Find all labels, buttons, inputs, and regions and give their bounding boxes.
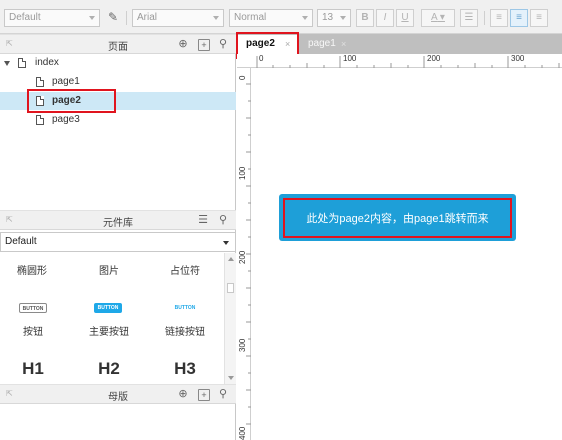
design-canvas[interactable] [252,69,562,440]
ruler-label: 0 [259,54,264,63]
add-folder-icon[interactable]: + [198,389,210,401]
align-right-icon[interactable]: ≡ [530,9,548,27]
list-icon[interactable]: ☰ [460,9,478,27]
widget-link-button[interactable]: 链接按钮 [155,323,215,338]
scroll-down-icon[interactable] [228,376,234,380]
align-left-icon[interactable]: ≡ [490,9,508,27]
widget-library: 椭圆形 图片 占位符 BUTTON BUTTON BUTTON 按钮 主要按钮 … [0,253,236,384]
search-icon[interactable]: ⚲ [216,213,230,227]
canvas-widget-rectangle[interactable]: 此处为page2内容，由page1跳转而来 [279,194,516,241]
widget-ellipse[interactable]: 椭圆形 [2,262,62,277]
font-family-select[interactable]: Arial [132,9,224,27]
format-painter-icon[interactable]: ✎ [104,9,122,27]
tree-item-page2[interactable]: page2 [0,92,236,110]
page-icon [18,58,26,68]
page-icon [36,115,44,125]
underline-button[interactable]: U [396,9,414,27]
axure-editor: Default ✎ Arial Normal 13 B I U A ▾ ☰ ≡ … [0,0,562,440]
ruler-label: 200 [238,250,247,264]
toolbar-divider [484,11,485,25]
italic-button[interactable]: I [376,9,394,27]
ruler-label: 300 [238,338,247,352]
widget-h3[interactable]: H3 [155,359,215,379]
ruler-label: 100 [343,54,357,63]
widget-text: 此处为page2内容，由page1跳转而来 [306,212,489,225]
widget-placeholder[interactable]: 占位符 [155,262,215,277]
chevron-down-icon [213,16,219,20]
font-weight-select[interactable]: Normal [229,9,313,27]
tree-item-page3[interactable]: page3 [0,111,236,129]
tab-page2[interactable]: page2 × [237,35,299,54]
masters-panel-header: ⇱ 母版 ⊕ + ⚲ [0,384,236,404]
tab-bar: page2 × page1 × [237,34,562,54]
toolbar: Default ✎ Arial Normal 13 B I U A ▾ ☰ ≡ … [0,0,562,34]
vertical-ruler: 0 100 200 300 400 [237,68,251,440]
bold-button[interactable]: B [356,9,374,27]
pages-panel-header: ⇱ 页面 ⊕ + ⚲ [0,34,236,54]
style-select-value: Default [9,12,41,23]
add-page-icon[interactable]: ⊕ [176,37,190,51]
widget-button[interactable]: 按钮 [3,323,63,338]
chevron-down-icon [340,16,346,20]
tab-label: page2 [246,38,275,49]
library-panel-header: ⇱ 元件库 ☰ ⚲ [0,210,236,230]
tree-item-label: page1 [52,76,80,87]
chevron-down-icon [89,16,95,20]
widget-image[interactable]: 图片 [79,262,139,277]
scroll-up-icon[interactable] [228,257,234,261]
close-icon[interactable]: × [285,35,290,53]
page-icon [36,96,44,106]
toolbar-divider [126,11,127,25]
tab-label: page1 [308,38,336,49]
chevron-down-icon [302,16,308,20]
link-button-preview[interactable]: BUTTON [171,303,199,313]
widget-h2[interactable]: H2 [79,359,139,379]
chevron-down-icon [223,241,229,245]
primary-button-preview[interactable]: BUTTON [94,303,122,313]
tree-item-label: page2 [52,95,81,106]
library-select[interactable]: Default [0,232,236,252]
button-preview[interactable]: BUTTON [19,303,47,313]
add-folder-icon[interactable]: + [198,39,210,51]
scrollbar-thumb[interactable] [227,283,234,293]
tab-page1[interactable]: page1 × [299,35,359,54]
search-icon[interactable]: ⚲ [216,37,230,51]
ruler-label: 0 [238,75,247,80]
horizontal-ruler: 0 100 200 300 [237,54,562,68]
font-color-button[interactable]: A ▾ [421,9,455,27]
tree-item-index[interactable]: index [0,54,236,72]
library-select-value: Default [5,236,37,247]
font-size-select[interactable]: 13 [317,9,351,27]
left-panel: ⇱ 页面 ⊕ + ⚲ index page1 page2 page3 ⇱ 元件库… [0,34,236,440]
widget-primary-button[interactable]: 主要按钮 [79,323,139,338]
widget-h1[interactable]: H1 [3,359,63,379]
align-center-icon[interactable]: ≡ [510,9,528,27]
expand-arrow-icon[interactable] [4,61,10,66]
style-select[interactable]: Default [4,9,100,27]
library-scrollbar[interactable] [224,253,236,384]
font-color-label: A [431,12,438,23]
font-size-value: 13 [322,12,334,23]
search-icon[interactable]: ⚲ [216,387,230,401]
ruler-label: 200 [427,54,441,63]
tree-item-label: index [35,57,59,68]
page-icon [36,77,44,87]
close-icon[interactable]: × [341,35,346,53]
add-master-icon[interactable]: ⊕ [176,387,190,401]
ruler-label: 400 [238,426,247,440]
tree-item-label: page3 [52,114,80,125]
menu-icon[interactable]: ☰ [196,213,210,227]
font-family-value: Arial [137,12,158,23]
ruler-label: 100 [238,166,247,180]
ruler-label: 300 [511,54,525,63]
tree-item-page1[interactable]: page1 [0,73,236,91]
font-weight-value: Normal [234,12,267,23]
